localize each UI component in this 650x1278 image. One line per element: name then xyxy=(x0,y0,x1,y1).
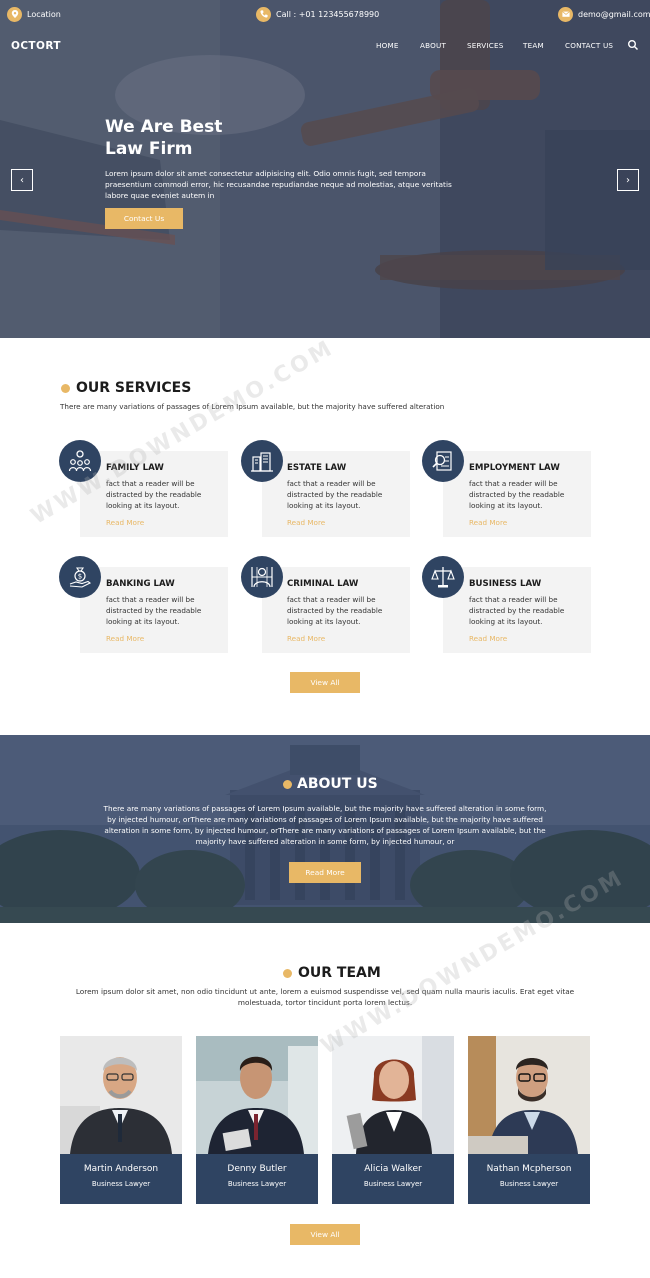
title-dot-icon xyxy=(283,779,292,789)
chevron-right-icon: › xyxy=(626,174,630,186)
hero-title-line1: We Are Best xyxy=(105,117,223,137)
read-more-link[interactable]: Read More xyxy=(287,634,325,643)
business-icon xyxy=(422,556,464,598)
card-text: fact that a reader will be distracted by… xyxy=(469,479,565,510)
team-member-photo xyxy=(332,1036,454,1154)
team-view-all-button[interactable]: View All xyxy=(290,1224,360,1245)
about-description: There are many variations of passages of… xyxy=(103,804,547,846)
card-text: fact that a reader will be distracted by… xyxy=(287,479,383,510)
card-title: CRIMINAL LAW xyxy=(287,579,359,589)
card-title: FAMILY LAW xyxy=(106,463,164,473)
services-view-all-button[interactable]: View All xyxy=(290,672,360,693)
lawyer-portrait-image xyxy=(60,1036,182,1154)
about-title: ABOUT US xyxy=(283,776,378,792)
topbar-email[interactable]: demo@gmail.com xyxy=(558,6,650,22)
member-name: Denny Butler xyxy=(227,1164,287,1174)
search-icon[interactable] xyxy=(627,39,639,51)
card-text: fact that a reader will be distracted by… xyxy=(106,595,202,626)
card-title: BANKING LAW xyxy=(106,579,175,589)
card-text: fact that a reader will be distracted by… xyxy=(287,595,383,626)
slider-next-button[interactable]: › xyxy=(617,169,639,191)
about-title-text: ABOUT US xyxy=(297,776,378,792)
topbar-phone-text: Call : +01 123455678990 xyxy=(276,9,380,19)
member-name: Alicia Walker xyxy=(364,1164,422,1174)
member-role: Business Lawyer xyxy=(499,1180,559,1188)
main-navbar: OCTORT HOME ABOUT SERVICES TEAM CONTACT … xyxy=(0,30,650,62)
top-bar: Location Call : +01 123455678990 demo@gm… xyxy=(0,0,650,28)
read-more-link[interactable]: Read More xyxy=(287,518,325,527)
card-text: fact that a reader will be distracted by… xyxy=(469,595,565,626)
team-member-card[interactable]: Alicia Walker Business Lawyer xyxy=(332,1154,454,1204)
hero-description: Lorem ipsum dolor sit amet consectetur a… xyxy=(105,169,452,200)
card-title: EMPLOYMENT LAW xyxy=(469,463,560,473)
hero-title: We Are Best Law Firm xyxy=(105,116,222,160)
services-title: OUR SERVICES xyxy=(61,380,191,396)
contact-us-button[interactable]: Contact Us xyxy=(105,208,183,229)
services-title-text: OUR SERVICES xyxy=(76,380,192,396)
team-title: OUR TEAM xyxy=(283,965,381,981)
topbar-email-text: demo@gmail.com xyxy=(578,9,650,19)
team-title-text: OUR TEAM xyxy=(298,965,381,981)
site-logo[interactable]: OCTORT xyxy=(11,40,61,52)
title-dot-icon xyxy=(283,968,292,978)
topbar-location-text: Location xyxy=(27,9,61,19)
lawyer-portrait-image xyxy=(332,1036,454,1154)
slider-prev-button[interactable]: ‹ xyxy=(11,169,33,191)
member-name: Martin Anderson xyxy=(83,1164,159,1174)
family-icon xyxy=(59,440,101,482)
topbar-location[interactable]: Location xyxy=(7,6,61,22)
read-more-link[interactable]: Read More xyxy=(106,518,144,527)
nav-home[interactable]: HOME xyxy=(376,41,399,50)
member-role: Business Lawyer xyxy=(227,1180,287,1188)
member-role: Business Lawyer xyxy=(363,1180,423,1188)
card-title: ESTATE LAW xyxy=(287,463,347,473)
hero-title-line2: Law Firm xyxy=(105,139,193,159)
lawyer-portrait-image xyxy=(196,1036,318,1154)
nav-team[interactable]: TEAM xyxy=(523,41,544,50)
chevron-left-icon: ‹ xyxy=(20,174,24,186)
team-member-card[interactable]: Martin Anderson Business Lawyer xyxy=(60,1154,182,1204)
envelope-icon xyxy=(558,6,573,22)
banking-icon: $ xyxy=(59,556,101,598)
read-more-link[interactable]: Read More xyxy=(469,518,507,527)
team-member-photo xyxy=(60,1036,182,1154)
team-member-photo xyxy=(468,1036,590,1154)
title-dot-icon xyxy=(61,383,70,393)
member-role: Business Lawyer xyxy=(91,1180,151,1188)
team-member-card[interactable]: Denny Butler Business Lawyer xyxy=(196,1154,318,1204)
card-text: fact that a reader will be distracted by… xyxy=(106,479,202,510)
phone-icon xyxy=(256,6,271,22)
read-more-link[interactable]: Read More xyxy=(106,634,144,643)
nav-contact-us[interactable]: CONTACT US xyxy=(565,41,613,50)
topbar-phone[interactable]: Call : +01 123455678990 xyxy=(256,6,379,22)
team-member-photo xyxy=(196,1036,318,1154)
lawyer-portrait-image xyxy=(468,1036,590,1154)
employment-icon xyxy=(422,440,464,482)
nav-about[interactable]: ABOUT xyxy=(420,41,446,50)
read-more-link[interactable]: Read More xyxy=(469,634,507,643)
team-member-card[interactable]: Nathan Mcpherson Business Lawyer xyxy=(468,1154,590,1204)
criminal-icon xyxy=(241,556,283,598)
estate-icon xyxy=(241,440,283,482)
location-pin-icon xyxy=(7,6,22,22)
member-name: Nathan Mcpherson xyxy=(486,1164,572,1174)
svg-text:$: $ xyxy=(78,573,82,581)
about-read-more-button[interactable]: Read More xyxy=(289,862,361,883)
nav-services[interactable]: SERVICES xyxy=(467,41,503,50)
services-subtitle: There are many variations of passages of… xyxy=(60,402,445,411)
team-subtitle: Lorem ipsum dolor sit amet, non odio tin… xyxy=(75,987,575,1007)
card-title: BUSINESS LAW xyxy=(469,579,542,589)
